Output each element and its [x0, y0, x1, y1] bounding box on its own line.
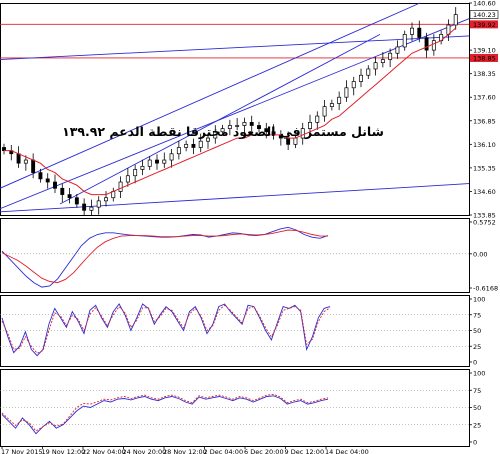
y-tick-label: 0.5752 [473, 219, 496, 227]
y-tick-label: 139.10 [473, 47, 496, 55]
x-tick-label: 28 Nov 12:00 [163, 448, 207, 454]
candle-body [60, 187, 65, 195]
y-tick-label: -0.6168 [473, 285, 498, 293]
y-tick-label: 136.10 [473, 141, 496, 149]
candle-body [155, 159, 159, 164]
y-tick-label: 137.60 [473, 94, 496, 102]
candle-body [53, 181, 57, 189]
x-tick-label: 17 Nov 2015 [1, 448, 43, 454]
candle-body [147, 159, 152, 167]
candle-body [388, 52, 393, 60]
candle-body [315, 115, 320, 123]
candle-body [410, 27, 414, 35]
y-tick-label: 134.60 [473, 188, 496, 196]
y-tick-label: 25 [473, 343, 481, 351]
candle-body [373, 62, 378, 70]
candle-body [96, 200, 101, 208]
candle-body [366, 68, 371, 76]
panel-frame [0, 369, 470, 447]
candle-body [198, 140, 203, 148]
candle-body [417, 27, 422, 38]
panel-frame [0, 218, 470, 293]
candle-body [176, 147, 181, 155]
y-tick-label: 0 [473, 439, 477, 447]
y-tick-label: 138.85 [473, 54, 496, 62]
chart-window: 140.60 139.92 139.10 138.85 138.35 137.60 136.… [0, 0, 500, 454]
candle-body [23, 159, 28, 164]
candle-body [104, 197, 108, 202]
candle-body [322, 106, 327, 117]
y-tick-label: 138.35 [473, 70, 496, 78]
x-tick-label: 6 Dec 20:00 [244, 448, 284, 454]
candle-body [82, 203, 87, 211]
candle-body [380, 59, 385, 64]
x-tick-label: 24 Nov 20:00 [123, 448, 167, 454]
x-tick-label: 2 Dec 04:00 [204, 448, 244, 454]
chart-svg: 140.60 139.92 139.10138.85 138.35 137.60 136.… [0, 0, 499, 454]
candle-body [344, 87, 349, 98]
candle-body [402, 34, 407, 48]
candle-body [395, 46, 400, 54]
y-tick-label: 100 [473, 296, 485, 304]
time-axis: 17 Nov 201519 Nov 12:0022 Nov 04:0024 No… [1, 446, 369, 454]
candle-body [329, 103, 334, 107]
panel-frame [0, 295, 470, 367]
y-tick-label: 140.60 [473, 0, 496, 8]
candle-body [38, 172, 43, 180]
candle-body [184, 143, 189, 148]
y-tick-label: 50 [473, 327, 481, 335]
current-price-label: 140.23 [473, 11, 496, 19]
candle-body [31, 159, 36, 173]
candle-body [89, 206, 94, 211]
candle-body [351, 81, 356, 89]
y-tick-label: 139.92 [473, 21, 496, 29]
y-tick-label: 136.85 [473, 117, 496, 125]
y-tick-label: 75 [473, 311, 481, 319]
panels-background [0, 3, 470, 447]
candle-body [125, 175, 130, 183]
candle-body [453, 14, 458, 26]
candle-body [133, 169, 138, 177]
y-tick-label: 135.35 [473, 164, 496, 172]
x-tick-label: 14 Dec 04:00 [325, 448, 369, 454]
x-tick-label: 22 Nov 04:00 [82, 448, 126, 454]
y-tick-label: 0.00 [473, 250, 487, 258]
candle-body [45, 178, 50, 183]
candle-body [424, 37, 429, 51]
candle-body [67, 194, 72, 199]
annotation-text: شانل مستمر في الصعود مخترقا نقطة الدعم ١… [62, 124, 384, 139]
candle-body [191, 143, 196, 148]
y-tick-label: 100 [473, 370, 485, 378]
candle-body [140, 165, 145, 170]
x-tick-label: 19 Nov 12:00 [42, 448, 86, 454]
y-tick-label: 25 [473, 421, 481, 429]
candle-body [359, 74, 363, 82]
candle-body [337, 96, 342, 104]
candle-body [118, 181, 123, 192]
x-tick-label: 9 Dec 12:00 [285, 448, 325, 454]
candle-body [74, 197, 79, 205]
panel-frame [0, 3, 470, 216]
candle-body [162, 159, 167, 164]
candle-body [16, 153, 21, 164]
y-tick-label: 50 [473, 404, 481, 412]
candle-body [431, 40, 436, 51]
candle-body [169, 153, 174, 161]
y-tick-label: 75 [473, 387, 481, 395]
y-tick-label: 0 [473, 359, 477, 367]
